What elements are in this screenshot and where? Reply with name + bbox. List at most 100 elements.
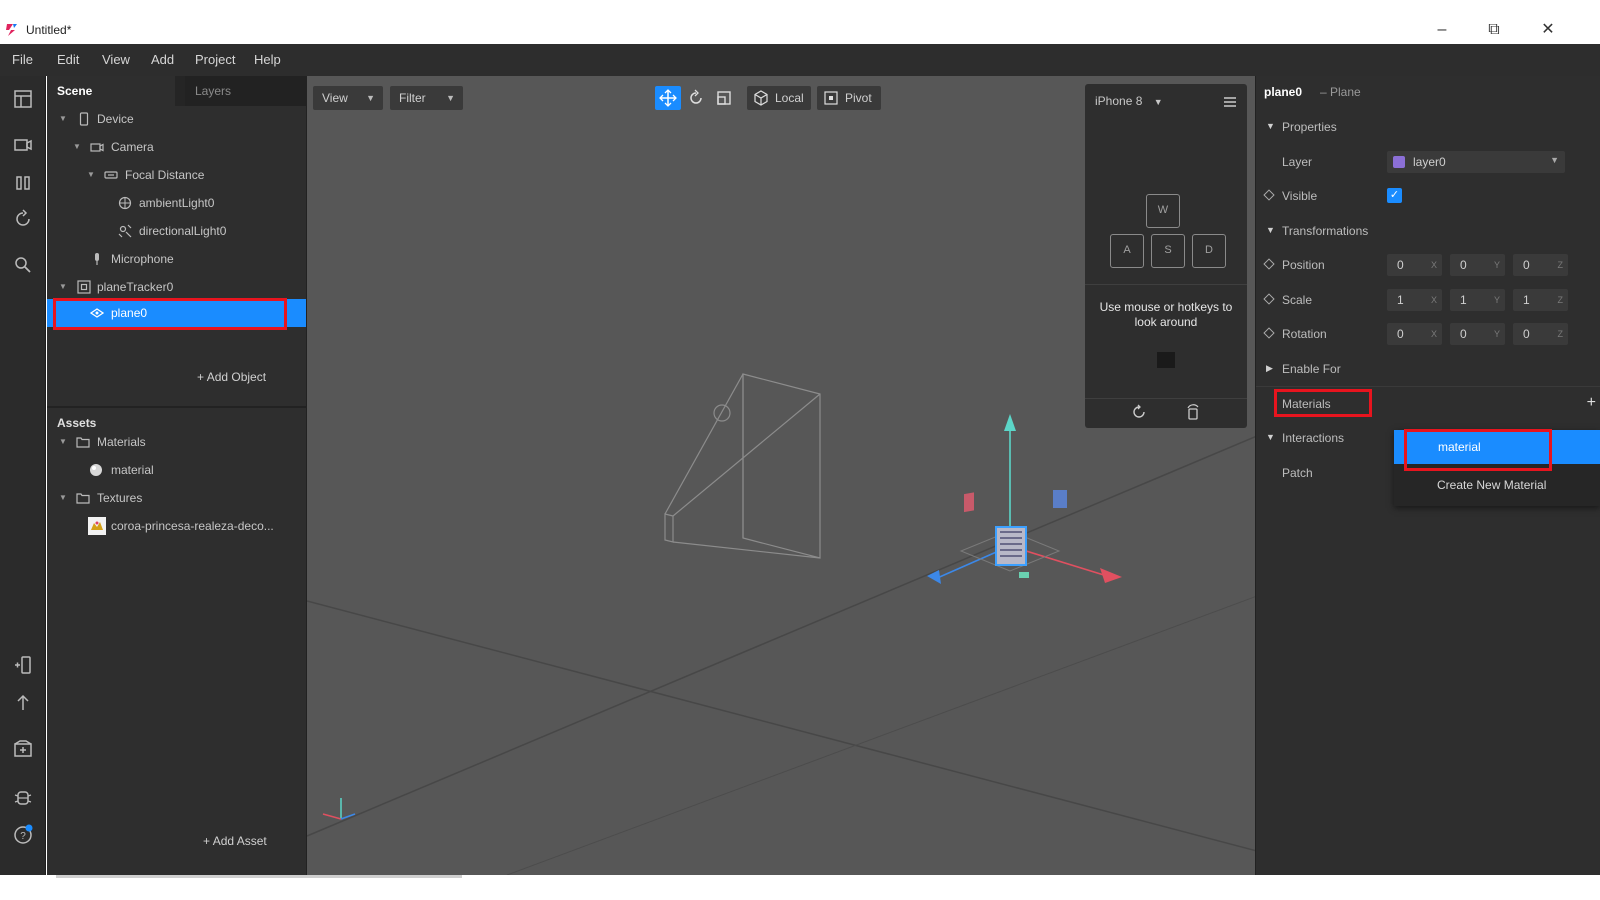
camera-frustum [664,373,821,559]
simulator-hint: Use mouse or hotkeys to look around [1099,300,1233,329]
refresh-icon[interactable] [12,208,34,230]
position-z-field[interactable]: 0Z [1513,254,1568,276]
keyframe-icon[interactable] [1263,327,1275,339]
key-w[interactable]: W [1146,194,1180,228]
layer-select[interactable]: layer0 ▼ [1387,151,1565,173]
pause-icon[interactable] [12,172,34,194]
plane-tracker-icon [77,280,91,294]
collapse-icon[interactable]: ▼ [1266,432,1275,442]
joystick-handle[interactable] [1157,352,1175,368]
view-dropdown-label: View [322,91,348,105]
section-properties[interactable]: ▼ Properties [1256,110,1600,144]
scale-y-field[interactable]: 1Y [1450,289,1505,311]
collapse-icon[interactable]: ▼ [59,273,67,301]
add-material-button[interactable]: + [1587,394,1596,412]
menu-file[interactable]: File [12,52,33,67]
menu-add[interactable]: Add [151,52,174,67]
section-transformations[interactable]: ▼ Transformations [1256,214,1600,248]
zoom-icon[interactable] [12,254,34,276]
pivot-label: Pivot [845,91,872,105]
tree-item-microphone[interactable]: Microphone [47,245,306,273]
section-enable-for[interactable]: ▶ Enable For [1256,352,1600,386]
collapse-icon[interactable]: ▼ [59,428,67,456]
collapse-icon[interactable]: ▼ [73,133,81,161]
keyframe-icon[interactable] [1263,189,1275,201]
asset-item-texture[interactable]: coroa-princesa-realeza-deco... [47,512,306,540]
collapse-icon[interactable]: ▼ [1266,225,1275,235]
device-selector[interactable]: iPhone 8 ▼ [1095,94,1163,108]
menu-view[interactable]: View [102,52,130,67]
upload-icon[interactable] [12,692,34,714]
local-space-button[interactable]: Local [747,86,811,110]
transform-gizmo[interactable] [927,414,1122,584]
tree-item-label: directionalLight0 [139,224,227,238]
scale-tool-button[interactable] [711,86,737,110]
asset-item-material[interactable]: material [47,456,306,484]
expand-icon[interactable]: ▶ [1266,363,1273,374]
tree-item-plane-tracker[interactable]: ▼ planeTracker0 [47,273,306,301]
help-icon[interactable]: ? [12,824,34,846]
key-a[interactable]: A [1110,234,1144,268]
tree-item-label: Focal Distance [125,168,205,182]
collapse-icon[interactable]: ▼ [87,161,95,189]
layer-color-swatch [1393,156,1405,168]
simulator-preview: iPhone 8 ▼ W A S D Use mouse or hotkeys … [1085,84,1247,428]
menu-help[interactable]: Help [254,52,281,67]
tree-item-camera[interactable]: ▼ Camera [47,133,306,161]
tab-layers[interactable]: Layers [185,76,306,106]
tree-item-device[interactable]: ▼ Device [47,105,306,133]
add-asset-label: Add Asset [212,834,267,848]
layout-icon[interactable] [12,88,34,110]
device-send-icon[interactable] [12,654,34,676]
tree-item-directional-light[interactable]: directionalLight0 [47,217,306,245]
asset-folder-materials[interactable]: ▼ Materials [47,428,306,456]
position-y-field[interactable]: 0Y [1450,254,1505,276]
pivot-button[interactable]: Pivot [817,86,881,110]
key-s[interactable]: S [1151,234,1185,268]
video-icon[interactable] [12,134,34,156]
add-object-button[interactable]: + Add Object [197,370,266,384]
dropdown-option-material[interactable]: material [1394,430,1600,464]
minimize-button[interactable]: – [1422,18,1462,42]
tree-item-label: planeTracker0 [97,280,174,294]
add-asset-button[interactable]: + Add Asset [203,834,267,848]
bug-icon[interactable] [12,786,34,808]
tree-item-ambient-light[interactable]: ambientLight0 [47,189,306,217]
scale-x-field[interactable]: 1X [1387,289,1442,311]
menu-edit[interactable]: Edit [57,52,79,67]
menu-project[interactable]: Project [195,52,235,67]
rotate-device-icon[interactable] [1185,404,1201,420]
tab-scene[interactable]: Scene [47,76,175,106]
rotation-y-field[interactable]: 0Y [1450,323,1505,345]
key-d[interactable]: D [1192,234,1226,268]
dropdown-option-create-new-material[interactable]: Create New Material [1394,468,1600,502]
menu-icon[interactable] [1223,96,1237,108]
keyframe-icon[interactable] [1263,293,1275,305]
reset-view-icon[interactable] [1131,404,1147,420]
collapse-icon[interactable]: ▼ [59,105,67,133]
tree-item-plane0[interactable]: plane0 [47,299,306,327]
tool-rail: ? [0,76,46,875]
view-dropdown[interactable]: View ▼ [313,86,383,110]
chevron-down-icon: ▼ [1153,97,1163,107]
rotation-z-field[interactable]: 0Z [1513,323,1568,345]
axis-z-label: Z [1557,329,1564,339]
collapse-icon[interactable]: ▼ [59,484,67,512]
maximize-button[interactable]: ⧉ [1474,18,1514,42]
position-x-field[interactable]: 0X [1387,254,1442,276]
scrollbar[interactable] [56,875,462,878]
asset-folder-textures[interactable]: ▼ Textures [47,484,306,512]
collapse-icon[interactable]: ▼ [1266,121,1275,131]
scene-viewport[interactable]: View ▼ Filter ▼ Local Pivot iPhone 8 ▼ W… [306,76,1256,875]
filter-dropdown[interactable]: Filter ▼ [390,86,463,110]
close-button[interactable]: ✕ [1528,18,1568,42]
move-tool-button[interactable] [655,86,681,110]
rotate-tool-button[interactable] [683,86,709,110]
rotation-x-field[interactable]: 0X [1387,323,1442,345]
visible-checkbox[interactable]: ✓ [1387,188,1402,203]
tree-item-focal-distance[interactable]: ▼ Focal Distance [47,161,306,189]
keyframe-icon[interactable] [1263,258,1275,270]
microphone-icon [95,253,99,265]
library-icon[interactable] [12,738,34,760]
scale-z-field[interactable]: 1Z [1513,289,1568,311]
